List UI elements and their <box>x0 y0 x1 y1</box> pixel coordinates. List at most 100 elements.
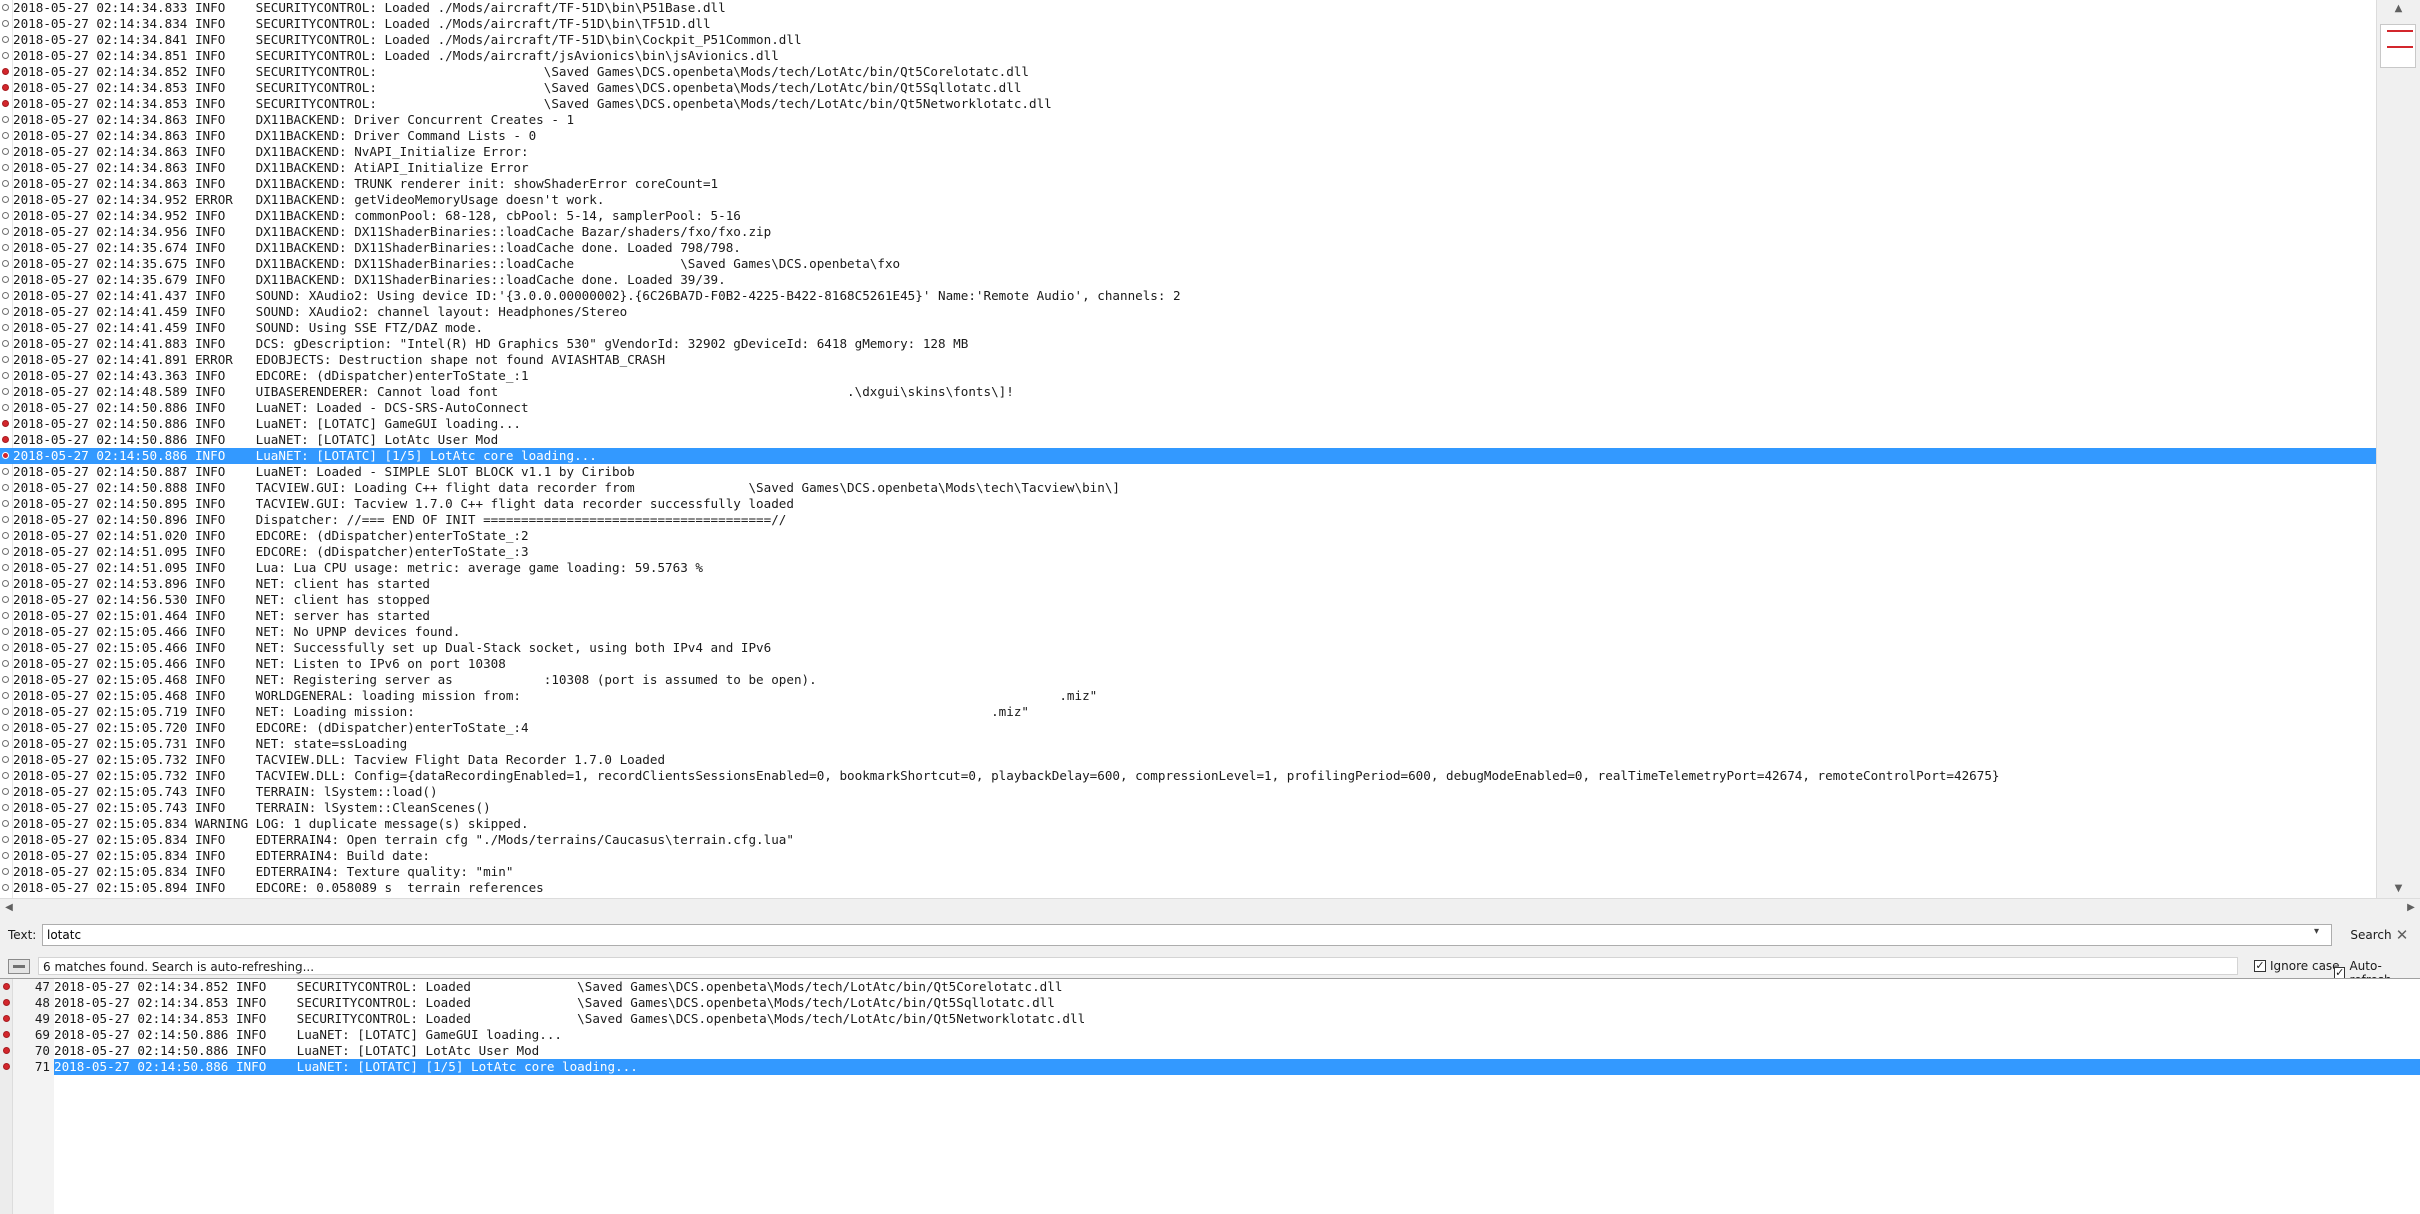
log-line[interactable]: 2018-05-27 02:14:34.853 INFO SECURITYCON… <box>0 80 2376 96</box>
line-marker-icon[interactable] <box>2 596 9 603</box>
line-marker-icon[interactable] <box>2 532 9 539</box>
log-line[interactable]: 2018-05-27 02:15:05.732 INFO TACVIEW.DLL… <box>0 768 2376 784</box>
search-history-dropdown-icon[interactable]: ▾ <box>2314 926 2319 937</box>
log-line[interactable]: 2018-05-27 02:15:05.466 INFO NET: Succes… <box>0 640 2376 656</box>
line-marker-icon[interactable] <box>2 692 9 699</box>
line-marker-icon[interactable] <box>2 260 9 267</box>
line-marker-icon[interactable] <box>2 324 9 331</box>
bookmark-marker-icon[interactable] <box>2 452 9 459</box>
log-line[interactable]: 2018-05-27 02:15:05.834 WARNING LOG: 1 d… <box>0 816 2376 832</box>
result-line[interactable]: 49 2018-05-27 02:14:34.853 INFO SECURITYC… <box>0 1011 2420 1027</box>
log-line[interactable]: 2018-05-27 02:14:50.886 INFO LuaNET: [LO… <box>0 416 2376 432</box>
log-line[interactable]: 2018-05-27 02:15:05.834 INFO EDTERRAIN4:… <box>0 832 2376 848</box>
line-marker-icon[interactable] <box>2 20 9 27</box>
result-line[interactable]: 48 2018-05-27 02:14:34.853 INFO SECURITYC… <box>0 995 2420 1011</box>
bookmark-marker-icon[interactable] <box>2 84 9 91</box>
log-line[interactable]: 2018-05-27 02:14:34.952 INFO DX11BACKEND… <box>0 208 2376 224</box>
log-line[interactable]: 2018-05-27 02:14:41.459 INFO SOUND: Usin… <box>0 320 2376 336</box>
log-line[interactable]: 2018-05-27 02:14:41.459 INFO SOUND: XAud… <box>0 304 2376 320</box>
line-marker-icon[interactable] <box>2 708 9 715</box>
search-input[interactable] <box>42 924 2332 946</box>
scroll-down-arrow-icon[interactable]: ▼ <box>2377 880 2420 898</box>
log-line[interactable]: 2018-05-27 02:14:35.674 INFO DX11BACKEND… <box>0 240 2376 256</box>
scroll-right-arrow-icon[interactable]: ▶ <box>2402 899 2420 917</box>
bookmark-marker-icon[interactable] <box>2 68 9 75</box>
log-line[interactable]: 2018-05-27 02:15:05.834 INFO EDTERRAIN4:… <box>0 864 2376 880</box>
log-line[interactable]: 2018-05-27 02:15:01.464 INFO NET: server… <box>0 608 2376 624</box>
log-line[interactable]: 2018-05-27 02:15:05.743 INFO TERRAIN: lS… <box>0 800 2376 816</box>
log-line[interactable]: 2018-05-27 02:14:34.863 INFO DX11BACKEND… <box>0 176 2376 192</box>
line-marker-icon[interactable] <box>2 164 9 171</box>
log-line[interactable]: 2018-05-27 02:14:34.841 INFO SECURITYCON… <box>0 32 2376 48</box>
line-marker-icon[interactable] <box>2 148 9 155</box>
log-line[interactable]: 2018-05-27 02:14:53.896 INFO NET: client… <box>0 576 2376 592</box>
line-marker-icon[interactable] <box>2 228 9 235</box>
line-marker-icon[interactable] <box>2 884 9 891</box>
log-line[interactable]: 2018-05-27 02:14:51.095 INFO EDCORE: (dD… <box>0 544 2376 560</box>
bookmark-marker-icon[interactable] <box>2 436 9 443</box>
bookmark-marker-icon[interactable] <box>2 420 9 427</box>
search-results[interactable]: 47 2018-05-27 02:14:34.852 INFO SECURITYC… <box>0 978 2420 1214</box>
line-marker-icon[interactable] <box>2 676 9 683</box>
log-line[interactable]: 2018-05-27 02:14:34.863 INFO DX11BACKEND… <box>0 144 2376 160</box>
bookmark-marker-icon[interactable] <box>3 999 10 1006</box>
line-marker-icon[interactable] <box>2 868 9 875</box>
bookmark-marker-icon[interactable] <box>3 1047 10 1054</box>
line-marker-icon[interactable] <box>2 836 9 843</box>
line-marker-icon[interactable] <box>2 612 9 619</box>
line-marker-icon[interactable] <box>2 644 9 651</box>
log-line[interactable]: 2018-05-27 02:14:34.833 INFO SECURITYCON… <box>0 0 2376 16</box>
line-marker-icon[interactable] <box>2 244 9 251</box>
line-marker-icon[interactable] <box>2 180 9 187</box>
log-line[interactable]: 2018-05-27 02:14:41.437 INFO SOUND: XAud… <box>0 288 2376 304</box>
line-marker-icon[interactable] <box>2 404 9 411</box>
line-marker-icon[interactable] <box>2 804 9 811</box>
close-icon[interactable]: ✕ <box>2392 924 2412 946</box>
log-line[interactable]: 2018-05-27 02:14:34.863 INFO DX11BACKEND… <box>0 112 2376 128</box>
line-marker-icon[interactable] <box>2 500 9 507</box>
log-line[interactable]: 2018-05-27 02:14:50.887 INFO LuaNET: Loa… <box>0 464 2376 480</box>
line-marker-icon[interactable] <box>2 724 9 731</box>
line-marker-icon[interactable] <box>2 340 9 347</box>
scroll-left-arrow-icon[interactable]: ◀ <box>0 899 18 917</box>
log-line[interactable]: 2018-05-27 02:14:50.886 INFO LuaNET: [LO… <box>0 432 2376 448</box>
line-marker-icon[interactable] <box>2 564 9 571</box>
line-marker-icon[interactable] <box>2 116 9 123</box>
log-line[interactable]: 2018-05-27 02:14:50.888 INFO TACVIEW.GUI… <box>0 480 2376 496</box>
bookmark-marker-icon[interactable] <box>2 100 9 107</box>
log-line[interactable]: 2018-05-27 02:15:05.719 INFO NET: Loadin… <box>0 704 2376 720</box>
vertical-scrollbar[interactable]: ▲ ▼ <box>2376 0 2420 898</box>
log-line[interactable]: 2018-05-27 02:14:34.851 INFO SECURITYCON… <box>0 48 2376 64</box>
log-line[interactable]: 2018-05-27 02:15:05.720 INFO EDCORE: (dD… <box>0 720 2376 736</box>
log-line[interactable]: 2018-05-27 02:15:05.468 INFO NET: Regist… <box>0 672 2376 688</box>
line-marker-icon[interactable] <box>2 388 9 395</box>
bookmark-marker-icon[interactable] <box>3 1015 10 1022</box>
log-line[interactable]: 2018-05-27 02:14:35.675 INFO DX11BACKEND… <box>0 256 2376 272</box>
log-line[interactable]: 2018-05-27 02:15:05.894 INFO EDCORE: 0.0… <box>0 880 2376 896</box>
line-marker-icon[interactable] <box>2 292 9 299</box>
result-line[interactable]: 69 2018-05-27 02:14:50.886 INFO LuaNET: [… <box>0 1027 2420 1043</box>
log-line[interactable]: 2018-05-27 02:14:41.891 ERROR EDOBJECTS:… <box>0 352 2376 368</box>
log-line[interactable]: 2018-05-27 02:14:34.863 INFO DX11BACKEND… <box>0 128 2376 144</box>
log-line[interactable]: 2018-05-27 02:14:34.834 INFO SECURITYCON… <box>0 16 2376 32</box>
log-line[interactable]: 2018-05-27 02:14:34.852 INFO SECURITYCON… <box>0 64 2376 80</box>
log-line[interactable]: 2018-05-27 02:15:05.466 INFO NET: Listen… <box>0 656 2376 672</box>
log-line[interactable]: 2018-05-27 02:15:05.834 INFO EDTERRAIN4:… <box>0 848 2376 864</box>
ignore-case-checkbox[interactable]: ✓ Ignore case <box>2254 959 2340 973</box>
log-line[interactable]: 2018-05-27 02:15:05.468 INFO WORLDGENERA… <box>0 688 2376 704</box>
scroll-up-arrow-icon[interactable]: ▲ <box>2377 0 2420 18</box>
line-marker-icon[interactable] <box>2 580 9 587</box>
log-line[interactable]: 2018-05-27 02:15:05.732 INFO TACVIEW.DLL… <box>0 752 2376 768</box>
log-line[interactable]: 2018-05-27 02:14:48.589 INFO UIBASERENDE… <box>0 384 2376 400</box>
line-marker-icon[interactable] <box>2 132 9 139</box>
log-line[interactable]: 2018-05-27 02:14:51.020 INFO EDCORE: (dD… <box>0 528 2376 544</box>
log-line[interactable]: 2018-05-27 02:14:35.679 INFO DX11BACKEND… <box>0 272 2376 288</box>
line-marker-icon[interactable] <box>2 548 9 555</box>
line-marker-icon[interactable] <box>2 276 9 283</box>
result-line[interactable]: 70 2018-05-27 02:14:50.886 INFO LuaNET: [… <box>0 1043 2420 1059</box>
line-marker-icon[interactable] <box>2 820 9 827</box>
search-button[interactable]: Search <box>2346 924 2396 946</box>
line-marker-icon[interactable] <box>2 516 9 523</box>
horizontal-scrollbar[interactable]: ◀ ▶ <box>0 898 2420 916</box>
line-marker-icon[interactable] <box>2 852 9 859</box>
